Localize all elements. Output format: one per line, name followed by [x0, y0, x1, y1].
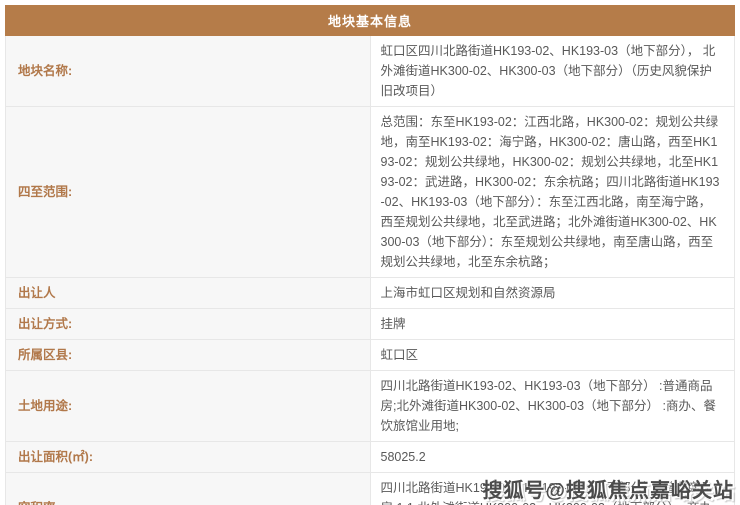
row-value-plot-name: 虹口区四川北路街道HK193-02、HK193-03（地下部分）， 北外滩街道H…: [369, 35, 735, 107]
row-label-transfer-area: 出让面积(㎡):: [5, 441, 371, 473]
table-title: 地块基本信息: [5, 5, 735, 36]
row-label-plot-name: 地块名称:: [5, 35, 371, 107]
row-value-transfer-area: 58025.2: [369, 441, 735, 473]
table-row: 出让面积(㎡): 58025.2: [5, 441, 735, 473]
page: 地块基本信息 地块名称: 虹口区四川北路街道HK193-02、HK193-03（…: [0, 0, 740, 505]
table-row: 出让人 上海市虹口区规划和自然资源局: [5, 277, 735, 309]
row-value-land-use: 四川北路街道HK193-02、HK193-03（地下部分） :普通商品房;北外滩…: [369, 370, 735, 442]
row-value-transferor: 上海市虹口区规划和自然资源局: [369, 277, 735, 309]
table-row: 出让方式: 挂牌: [5, 308, 735, 340]
table-row: 土地用途: 四川北路街道HK193-02、HK193-03（地下部分） :普通商…: [5, 370, 735, 442]
row-value-transfer-method: 挂牌: [369, 308, 735, 340]
land-info-table: 地块基本信息 地块名称: 虹口区四川北路街道HK193-02、HK193-03（…: [5, 5, 735, 505]
sohu-watermark: 搜狐号@搜狐焦点嘉峪关站: [482, 480, 734, 502]
row-value-boundaries: 总范围：东至HK193-02：江西北路，HK300-02：规划公共绿地，南至HK…: [369, 106, 735, 278]
row-label-land-use: 土地用途:: [5, 370, 371, 442]
row-label-transferor: 出让人: [5, 277, 371, 309]
row-value-district: 虹口区: [369, 339, 735, 371]
table-row: 地块名称: 虹口区四川北路街道HK193-02、HK193-03（地下部分）， …: [5, 35, 735, 107]
row-label-district: 所属区县:: [5, 339, 371, 371]
row-label-boundaries: 四至范围:: [5, 106, 371, 278]
row-label-transfer-method: 出让方式:: [5, 308, 371, 340]
table-header-row: 地块基本信息: [5, 5, 735, 36]
row-label-plot-ratio: 容积率:: [5, 472, 371, 505]
table-row: 四至范围: 总范围：东至HK193-02：江西北路，HK300-02：规划公共绿…: [5, 106, 735, 278]
table-row: 所属区县: 虹口区: [5, 339, 735, 371]
